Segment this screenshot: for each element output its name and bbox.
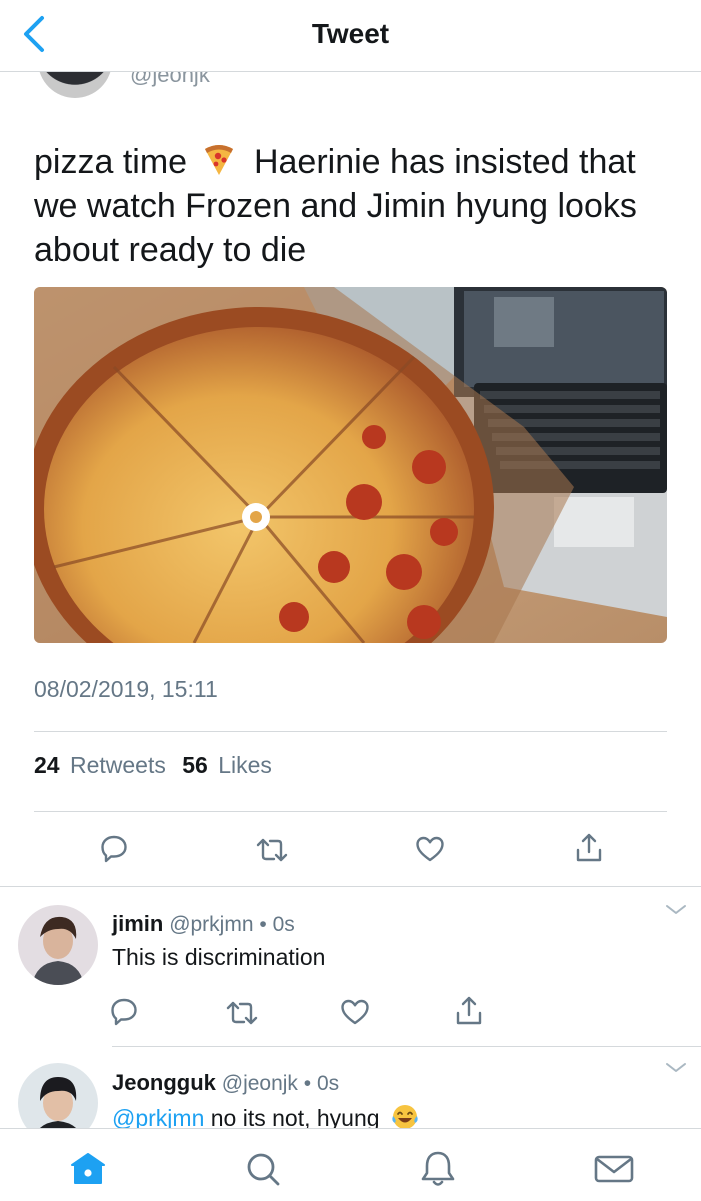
retweet-button[interactable]	[225, 999, 259, 1027]
tweet-author-row: @jeonjk	[0, 72, 701, 102]
reply-item[interactable]: jimin @prkjmn • 0s This is discriminatio…	[0, 887, 701, 1046]
chevron-down-icon[interactable]	[665, 903, 687, 917]
reply-text-content: no its not, hyung	[204, 1105, 380, 1128]
retweet-icon	[256, 838, 288, 862]
search-icon	[247, 1153, 280, 1186]
reply-author-name[interactable]: jimin	[112, 911, 163, 936]
reply-author-name[interactable]: Jeongguk	[112, 1070, 216, 1095]
header-divider	[0, 71, 701, 72]
reply-item[interactable]: Jeongguk @jeonjk • 0s @prkjmn no its not…	[0, 1047, 701, 1128]
reply-icon	[101, 835, 127, 863]
tweet-photo[interactable]	[34, 287, 667, 643]
reply-author-handle[interactable]: @prkjmn	[169, 913, 253, 936]
retweets-count: 24	[34, 752, 60, 778]
top-navigation-bar: Tweet	[0, 0, 701, 72]
reply-text: @prkjmn no its not, hyung	[112, 1103, 420, 1128]
tweet-text-part1: pizza time	[34, 143, 188, 181]
notifications-icon	[421, 1151, 455, 1186]
mention-link[interactable]: @prkjmn	[112, 1105, 204, 1128]
messages-icon	[594, 1155, 634, 1183]
jeongguk-avatar-image	[18, 1063, 98, 1128]
reply-time: 0s	[316, 1072, 340, 1095]
avatar[interactable]	[18, 1063, 98, 1128]
likes-count: 56	[182, 752, 208, 778]
separator-dot: •	[303, 1072, 312, 1095]
like-icon	[341, 999, 369, 1025]
reply-meta: Jeongguk @jeonjk • 0s	[112, 1070, 339, 1096]
pizza-photo-illustration	[34, 287, 667, 643]
author-handle[interactable]: @jeonjk	[130, 72, 210, 88]
share-icon	[576, 833, 602, 862]
likes-stat[interactable]: 56 Likes	[182, 752, 282, 778]
chevron-down-icon[interactable]	[665, 1061, 687, 1075]
reply-text: This is discrimination	[112, 944, 326, 970]
reply-icon	[111, 998, 137, 1026]
avatar[interactable]	[18, 905, 98, 985]
pizza-icon	[204, 145, 233, 175]
reply-button[interactable]	[100, 834, 128, 864]
tab-messages[interactable]	[592, 1149, 636, 1189]
jimin-avatar-image	[18, 905, 98, 985]
like-icon	[416, 836, 444, 862]
home-icon	[71, 1153, 105, 1184]
tab-home[interactable]	[66, 1149, 110, 1189]
share-button[interactable]	[575, 832, 603, 864]
likes-label: Likes	[218, 752, 272, 778]
like-button[interactable]	[415, 835, 445, 863]
laughing-tears-icon	[392, 1105, 418, 1128]
like-button[interactable]	[340, 998, 370, 1026]
author-avatar[interactable]	[38, 72, 112, 98]
divider	[34, 811, 667, 812]
separator-dot: •	[259, 913, 267, 936]
retweet-icon	[226, 1001, 258, 1025]
divider	[34, 731, 667, 732]
tab-search[interactable]	[241, 1149, 285, 1189]
share-icon	[456, 996, 482, 1025]
retweet-stat[interactable]: 24 Retweets	[34, 752, 182, 778]
reply-button[interactable]	[110, 997, 138, 1027]
tweet-stats: 24 Retweets 56 Likes	[34, 752, 282, 779]
tweet-timestamp: 08/02/2019, 15:11	[34, 676, 218, 702]
retweet-button[interactable]	[255, 836, 289, 864]
reply-author-handle[interactable]: @jeonjk	[222, 1072, 298, 1095]
share-button[interactable]	[455, 995, 483, 1027]
reply-meta: jimin @prkjmn • 0s	[112, 911, 295, 937]
retweets-label: Retweets	[69, 752, 166, 778]
tweet-text: pizza time Haerinie has insisted that we…	[34, 140, 674, 272]
tab-notifications[interactable]	[416, 1149, 460, 1189]
page-title: Tweet	[311, 18, 390, 49]
bottom-tab-bar	[0, 1128, 701, 1201]
reply-time: 0s	[272, 913, 295, 936]
